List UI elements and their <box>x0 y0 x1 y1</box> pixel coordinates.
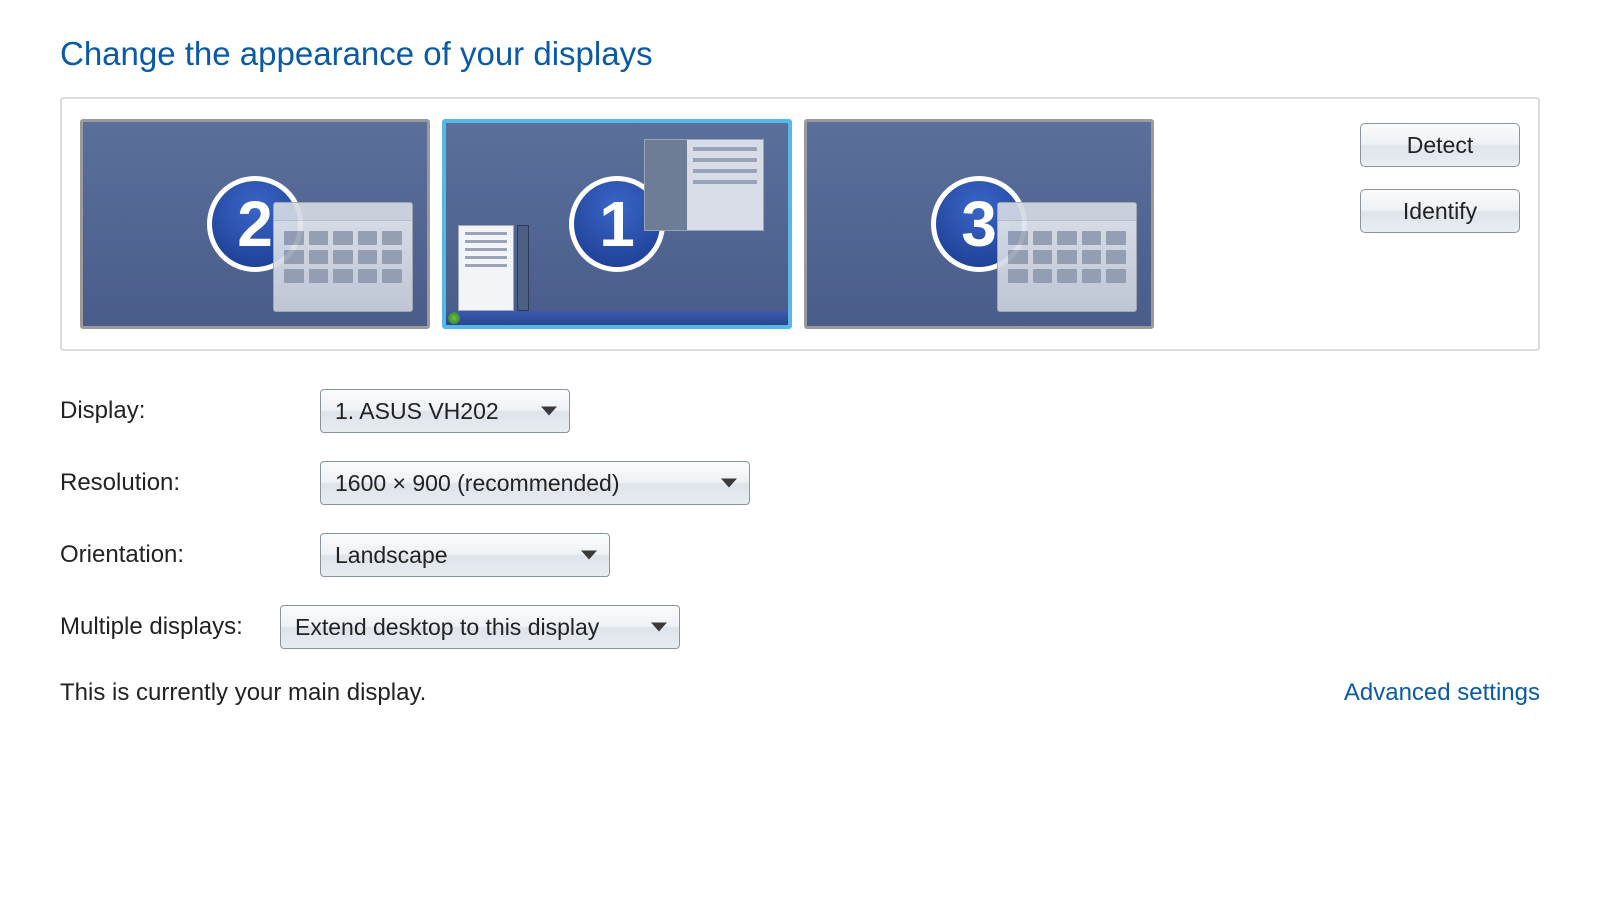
display-arrangement-panel: 2 1 <box>60 97 1540 351</box>
resolution-row: Resolution: 1600 × 900 (recommended) <box>60 461 1540 505</box>
page-title: Change the appearance of your displays <box>60 35 1540 73</box>
monitor-tile-1[interactable]: 1 <box>442 119 792 329</box>
resolution-select[interactable]: 1600 × 900 (recommended) <box>320 461 750 505</box>
window-preview-icon <box>273 202 413 312</box>
multiple-displays-select-value: Extend desktop to this display <box>295 614 599 641</box>
display-label: Display: <box>60 397 320 425</box>
monitor-tile-3[interactable]: 3 <box>804 119 1154 329</box>
chevron-down-icon <box>721 479 737 488</box>
start-button-icon <box>448 312 460 324</box>
chevron-down-icon <box>541 407 557 416</box>
side-buttons: Detect Identify <box>1360 119 1520 233</box>
advanced-settings-link[interactable]: Advanced settings <box>1344 679 1540 707</box>
window-preview-icon <box>458 225 556 311</box>
orientation-label: Orientation: <box>60 541 320 569</box>
chevron-down-icon <box>651 623 667 632</box>
resolution-label: Resolution: <box>60 469 320 497</box>
resolution-select-value: 1600 × 900 (recommended) <box>335 470 619 497</box>
orientation-select-value: Landscape <box>335 542 448 569</box>
taskbar-icon <box>446 311 788 325</box>
multiple-displays-row: Multiple displays: Extend desktop to thi… <box>60 605 1540 649</box>
settings-form: Display: 1. ASUS VH202 Resolution: 1600 … <box>60 389 1540 649</box>
multiple-displays-label: Multiple displays: <box>60 613 280 641</box>
orientation-row: Orientation: Landscape <box>60 533 1540 577</box>
identify-button[interactable]: Identify <box>1360 189 1520 233</box>
orientation-select[interactable]: Landscape <box>320 533 610 577</box>
monitor-tile-2[interactable]: 2 <box>80 119 430 329</box>
footer-row: This is currently your main display. Adv… <box>60 679 1540 707</box>
detect-button[interactable]: Detect <box>1360 123 1520 167</box>
window-preview-icon <box>644 139 764 231</box>
display-select-value: 1. ASUS VH202 <box>335 398 499 425</box>
main-display-note: This is currently your main display. <box>60 679 426 707</box>
display-select[interactable]: 1. ASUS VH202 <box>320 389 570 433</box>
display-row: Display: 1. ASUS VH202 <box>60 389 1540 433</box>
window-preview-icon <box>997 202 1137 312</box>
multiple-displays-select[interactable]: Extend desktop to this display <box>280 605 680 649</box>
monitors-area[interactable]: 2 1 <box>80 119 1330 329</box>
chevron-down-icon <box>581 551 597 560</box>
